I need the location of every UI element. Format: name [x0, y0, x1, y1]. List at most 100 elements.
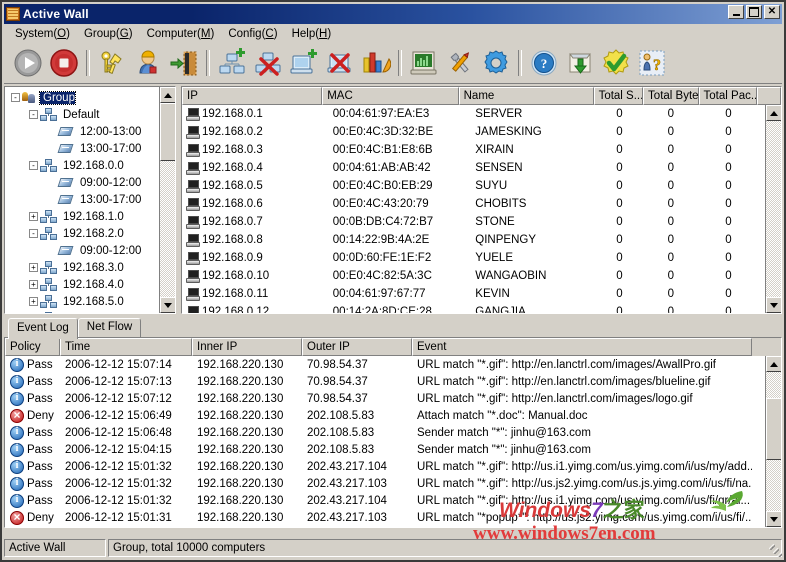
list-item[interactable]: Pass2006-12-12 15:07:12192.168.220.13070… [5, 390, 781, 407]
table-row[interactable]: 192.168.0.200:E0:4C:3D:32:BEJAMESKING000 [182, 123, 781, 141]
import-button[interactable] [562, 45, 598, 81]
apply-button[interactable] [598, 45, 634, 81]
tree-scroll-down-arrow[interactable] [160, 297, 176, 313]
table-row[interactable]: 192.168.0.500:E0:4C:B0:EB:29SUYU000 [182, 177, 781, 195]
event-log-panel[interactable]: PolicyTimeInner IPOuter IPEvent Pass2006… [4, 337, 782, 528]
about-button[interactable]: ? [634, 45, 670, 81]
event-column-header[interactable]: Policy [5, 338, 60, 356]
tree-node[interactable]: 13:00-17:00 [7, 191, 175, 208]
minimize-button[interactable] [728, 5, 744, 19]
computer-list-panel[interactable]: IPMACNameTotal S...Total ByteTotal Pac..… [181, 86, 782, 314]
event-log-scrollbar[interactable] [765, 356, 781, 527]
table-row[interactable]: 192.168.0.800:14:22:9B:4A:2EQINPENGY000 [182, 231, 781, 249]
collapse-toggle[interactable]: - [29, 229, 38, 238]
table-row[interactable]: 192.168.0.1000:E0:4C:82:5A:3CWANGAOBIN00… [182, 267, 781, 285]
expand-toggle[interactable]: + [29, 212, 38, 221]
menu-computer[interactable]: Computer(M) [140, 27, 222, 41]
tree-node[interactable]: +192.168.4.0 [7, 276, 175, 293]
list-scroll-up-arrow[interactable] [766, 105, 782, 121]
computer-column-header[interactable]: MAC [322, 87, 458, 105]
resize-grip[interactable] [766, 541, 782, 557]
list-item[interactable]: Pass2006-12-12 15:07:13192.168.220.13070… [5, 373, 781, 390]
list-scroll-down-arrow[interactable] [766, 297, 782, 313]
computer-column-header[interactable]: Total Pac... [699, 87, 757, 105]
collapse-toggle[interactable]: - [29, 110, 38, 119]
list-item[interactable]: Pass2006-12-12 15:06:48192.168.220.13020… [5, 424, 781, 441]
log-scroll-down-arrow[interactable] [766, 511, 782, 527]
list-scroll-track[interactable] [766, 121, 781, 297]
log-scroll-thumb[interactable] [766, 398, 782, 460]
tree-node[interactable]: 09:00-12:00 [7, 174, 175, 191]
event-column-header[interactable]: Event [412, 338, 752, 356]
stop-button[interactable] [46, 45, 82, 81]
menu-help[interactable]: Help(H) [285, 27, 339, 41]
tree-node[interactable]: 12:00-13:00 [7, 123, 175, 140]
event-column-header[interactable]: Outer IP [302, 338, 412, 356]
table-row[interactable]: 192.168.0.300:E0:4C:B1:E8:6BXIRAIN000 [182, 141, 781, 159]
computer-column-header[interactable]: IP [182, 87, 322, 105]
maximize-button[interactable] [746, 5, 762, 19]
list-item[interactable]: Deny2006-12-12 15:01:31192.168.220.13020… [5, 509, 781, 526]
computer-column-header[interactable]: Total Byte [643, 87, 698, 105]
authorize-button[interactable] [94, 45, 130, 81]
table-row[interactable]: 192.168.0.100:04:61:97:EA:E3SERVER000 [182, 105, 781, 123]
tree-node[interactable]: 09:00-12:00 [7, 242, 175, 259]
menu-group[interactable]: Group(G) [77, 27, 140, 41]
tree-node[interactable]: -192.168.0.0 [7, 157, 175, 174]
monitor-button[interactable] [406, 45, 442, 81]
group-tree-panel[interactable]: -Group-Default12:00-13:0013:00-17:00-192… [4, 86, 176, 314]
table-row[interactable]: 192.168.0.600:E0:4C:43:20:79CHOBITS000 [182, 195, 781, 213]
list-item[interactable]: Pass2006-12-12 15:04:15192.168.220.13020… [5, 441, 781, 458]
tree-node[interactable]: -Default [7, 106, 175, 123]
start-button[interactable] [10, 45, 46, 81]
tree-node[interactable]: +192.168.5.0 [7, 293, 175, 310]
close-button[interactable]: ✕ [764, 5, 780, 19]
computer-column-header[interactable]: Total S... [594, 87, 643, 105]
add-computer-button[interactable] [286, 45, 322, 81]
tree-node[interactable]: -Group [7, 89, 175, 106]
tree-node[interactable]: -192.168.2.0 [7, 225, 175, 242]
tree-scroll-up-arrow[interactable] [160, 87, 176, 103]
event-column-header[interactable]: Inner IP [192, 338, 302, 356]
table-row[interactable]: 192.168.0.1200:14:2A:8D:CE:28GANGJIA000 [182, 303, 781, 314]
computer-column-header[interactable]: Name [459, 87, 594, 105]
expand-toggle[interactable]: + [29, 263, 38, 272]
list-item[interactable]: Pass2006-12-12 15:01:32192.168.220.13020… [5, 458, 781, 475]
delete-group-button[interactable] [250, 45, 286, 81]
list-item[interactable]: Pass2006-12-12 15:01:32192.168.220.13020… [5, 492, 781, 509]
tree-node[interactable]: +192.168.3.0 [7, 259, 175, 276]
tree-node[interactable]: 13:00-17:00 [7, 140, 175, 157]
log-scroll-track[interactable] [766, 372, 781, 511]
collapse-toggle[interactable]: - [11, 93, 20, 102]
tab-net-flow[interactable]: Net Flow [78, 318, 141, 337]
collapse-toggle[interactable]: - [29, 161, 38, 170]
table-row[interactable]: 192.168.0.700:0B:DB:C4:72:B7STONE000 [182, 213, 781, 231]
table-row[interactable]: 192.168.0.400:04:61:AB:AB:42SENSEN000 [182, 159, 781, 177]
list-item[interactable]: Pass2006-12-12 15:01:32192.168.220.13020… [5, 475, 781, 492]
tab-event-log[interactable]: Event Log [8, 318, 78, 339]
add-group-button[interactable] [214, 45, 250, 81]
tree-node[interactable]: +192.168.1.0 [7, 208, 175, 225]
list-item[interactable]: Deny2006-12-12 15:06:49192.168.220.13020… [5, 407, 781, 424]
tree-scrollbar[interactable] [159, 87, 175, 313]
tools-button[interactable] [442, 45, 478, 81]
exit-button[interactable] [166, 45, 202, 81]
menu-system[interactable]: System(O) [8, 27, 77, 41]
computer-column-header[interactable] [757, 87, 781, 105]
menu-config[interactable]: Config(C) [221, 27, 284, 41]
user-button[interactable] [130, 45, 166, 81]
statistics-button[interactable] [358, 45, 394, 81]
help-button[interactable]: ? [526, 45, 562, 81]
title-bar[interactable]: Active Wall ✕ [4, 4, 782, 24]
table-row[interactable]: 192.168.0.1100:04:61:97:67:77KEVIN000 [182, 285, 781, 303]
list-item[interactable]: Pass2006-12-12 15:07:14192.168.220.13070… [5, 356, 781, 373]
expand-toggle[interactable]: + [29, 297, 38, 306]
event-column-header[interactable]: Time [60, 338, 192, 356]
expand-toggle[interactable]: + [29, 280, 38, 289]
tree-scroll-track[interactable] [160, 103, 175, 297]
table-row[interactable]: 192.168.0.900:0D:60:FE:1E:F2YUELE000 [182, 249, 781, 267]
delete-computer-button[interactable] [322, 45, 358, 81]
tree-scroll-thumb[interactable] [160, 103, 176, 161]
computer-list-scrollbar[interactable] [765, 105, 781, 313]
tree-node[interactable]: 192.168.6.0 [7, 310, 175, 314]
